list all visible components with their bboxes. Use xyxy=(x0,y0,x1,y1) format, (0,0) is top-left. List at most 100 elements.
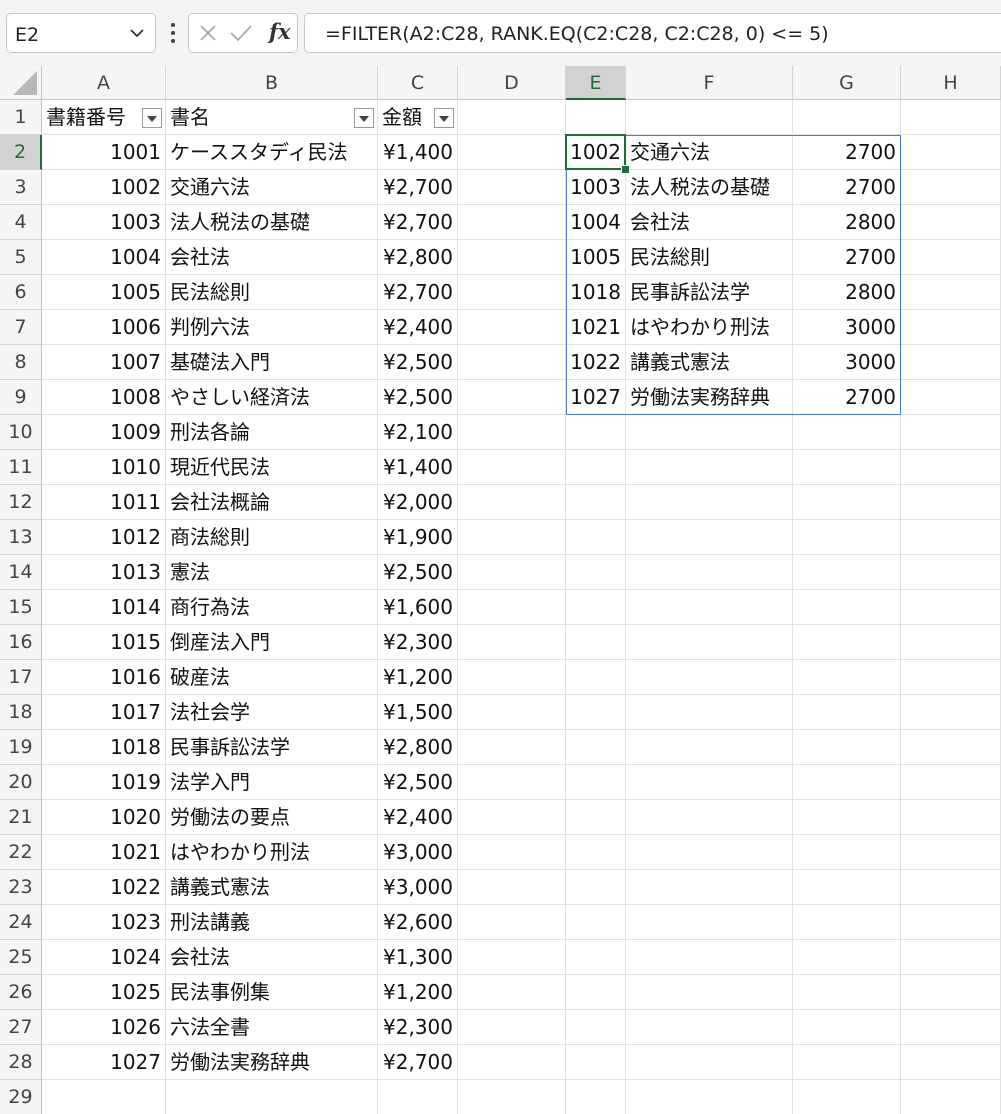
price-cell[interactable]: ¥1,300 xyxy=(378,940,458,975)
result-id-cell[interactable]: 1003 xyxy=(566,170,626,205)
row-header-14[interactable]: 14 xyxy=(0,555,42,590)
book-title-cell[interactable]: 民法事例集 xyxy=(166,975,378,1010)
cell[interactable] xyxy=(458,240,566,275)
cell[interactable] xyxy=(793,415,901,450)
cell[interactable] xyxy=(566,485,626,520)
book-title-cell[interactable]: 民事訴訟法学 xyxy=(166,730,378,765)
column-header-c[interactable]: C xyxy=(378,66,458,100)
book-id-cell[interactable]: 1010 xyxy=(42,450,166,485)
cell[interactable] xyxy=(901,835,1001,870)
column-header-b[interactable]: B xyxy=(166,66,378,100)
book-id-cell[interactable]: 1021 xyxy=(42,835,166,870)
cell[interactable] xyxy=(793,520,901,555)
cell[interactable] xyxy=(901,1010,1001,1045)
row-header-19[interactable]: 19 xyxy=(0,730,42,765)
cell[interactable] xyxy=(793,765,901,800)
cell[interactable] xyxy=(458,485,566,520)
cell[interactable] xyxy=(626,520,793,555)
fill-handle[interactable] xyxy=(621,165,630,174)
row-header-15[interactable]: 15 xyxy=(0,590,42,625)
result-title-cell[interactable]: 会社法 xyxy=(626,205,793,240)
row-header-28[interactable]: 28 xyxy=(0,1045,42,1080)
cell[interactable] xyxy=(901,1080,1001,1114)
result-price-cell[interactable]: 3000 xyxy=(793,310,901,345)
row-header-17[interactable]: 17 xyxy=(0,660,42,695)
price-cell[interactable]: ¥2,600 xyxy=(378,905,458,940)
name-box[interactable]: E2 xyxy=(6,13,156,53)
result-price-cell[interactable]: 2800 xyxy=(793,205,901,240)
cell[interactable] xyxy=(566,1045,626,1080)
book-id-cell[interactable]: 1023 xyxy=(42,905,166,940)
row-header-5[interactable]: 5 xyxy=(0,240,42,275)
book-title-cell[interactable]: 民法総則 xyxy=(166,275,378,310)
result-title-cell[interactable]: 講義式憲法 xyxy=(626,345,793,380)
result-id-cell[interactable]: 1021 xyxy=(566,310,626,345)
cell[interactable] xyxy=(626,940,793,975)
cell[interactable] xyxy=(458,205,566,240)
cell[interactable] xyxy=(626,1045,793,1080)
row-header-13[interactable]: 13 xyxy=(0,520,42,555)
cell[interactable] xyxy=(626,590,793,625)
row-header-29[interactable]: 29 xyxy=(0,1080,42,1114)
book-id-cell[interactable]: 1014 xyxy=(42,590,166,625)
cell[interactable] xyxy=(793,555,901,590)
cell[interactable] xyxy=(626,660,793,695)
cell[interactable] xyxy=(166,1080,378,1114)
book-id-cell[interactable]: 1007 xyxy=(42,345,166,380)
price-cell[interactable]: ¥1,200 xyxy=(378,975,458,1010)
cell[interactable] xyxy=(458,345,566,380)
book-id-cell[interactable]: 1004 xyxy=(42,240,166,275)
book-title-cell[interactable]: 現近代民法 xyxy=(166,450,378,485)
result-price-cell[interactable]: 3000 xyxy=(793,345,901,380)
cell[interactable] xyxy=(626,905,793,940)
cell[interactable] xyxy=(566,625,626,660)
price-cell[interactable]: ¥2,500 xyxy=(378,380,458,415)
book-title-cell[interactable]: 破産法 xyxy=(166,660,378,695)
book-id-cell[interactable]: 1017 xyxy=(42,695,166,730)
book-title-cell[interactable]: 会社法 xyxy=(166,240,378,275)
cell[interactable] xyxy=(458,1010,566,1045)
price-cell[interactable]: ¥2,400 xyxy=(378,800,458,835)
cell[interactable] xyxy=(626,975,793,1010)
cell[interactable] xyxy=(458,450,566,485)
result-title-cell[interactable]: 労働法実務辞典 xyxy=(626,380,793,415)
result-price-cell[interactable]: 2700 xyxy=(793,170,901,205)
cell[interactable] xyxy=(793,450,901,485)
cell[interactable] xyxy=(566,1080,626,1114)
chevron-down-icon[interactable] xyxy=(129,25,145,41)
book-title-cell[interactable]: 判例六法 xyxy=(166,310,378,345)
price-cell[interactable]: ¥1,400 xyxy=(378,135,458,170)
cell[interactable] xyxy=(901,100,1001,135)
book-title-cell[interactable]: 労働法実務辞典 xyxy=(166,1045,378,1080)
cell[interactable] xyxy=(42,1080,166,1114)
cell[interactable] xyxy=(566,555,626,590)
book-title-cell[interactable]: 基礎法入門 xyxy=(166,345,378,380)
cell[interactable] xyxy=(566,415,626,450)
cell[interactable] xyxy=(626,625,793,660)
cell[interactable] xyxy=(626,870,793,905)
result-id-cell[interactable]: 1004 xyxy=(566,205,626,240)
cell[interactable] xyxy=(626,1080,793,1114)
price-cell[interactable]: ¥1,900 xyxy=(378,520,458,555)
price-cell[interactable]: ¥2,700 xyxy=(378,205,458,240)
cell[interactable] xyxy=(566,835,626,870)
row-header-2[interactable]: 2 xyxy=(0,135,42,170)
row-header-6[interactable]: 6 xyxy=(0,275,42,310)
row-header-16[interactable]: 16 xyxy=(0,625,42,660)
cell[interactable] xyxy=(458,170,566,205)
cell[interactable] xyxy=(793,905,901,940)
price-cell[interactable]: ¥1,500 xyxy=(378,695,458,730)
cell[interactable] xyxy=(458,275,566,310)
cell[interactable] xyxy=(458,765,566,800)
cell[interactable] xyxy=(566,590,626,625)
cell[interactable] xyxy=(378,1080,458,1114)
cell[interactable] xyxy=(626,800,793,835)
cell[interactable] xyxy=(901,870,1001,905)
cell[interactable] xyxy=(901,660,1001,695)
result-price-cell[interactable]: 2700 xyxy=(793,380,901,415)
select-all-button[interactable] xyxy=(0,66,42,100)
cell[interactable] xyxy=(901,485,1001,520)
book-id-cell[interactable]: 1002 xyxy=(42,170,166,205)
cell[interactable] xyxy=(566,1010,626,1045)
cell[interactable] xyxy=(793,1010,901,1045)
